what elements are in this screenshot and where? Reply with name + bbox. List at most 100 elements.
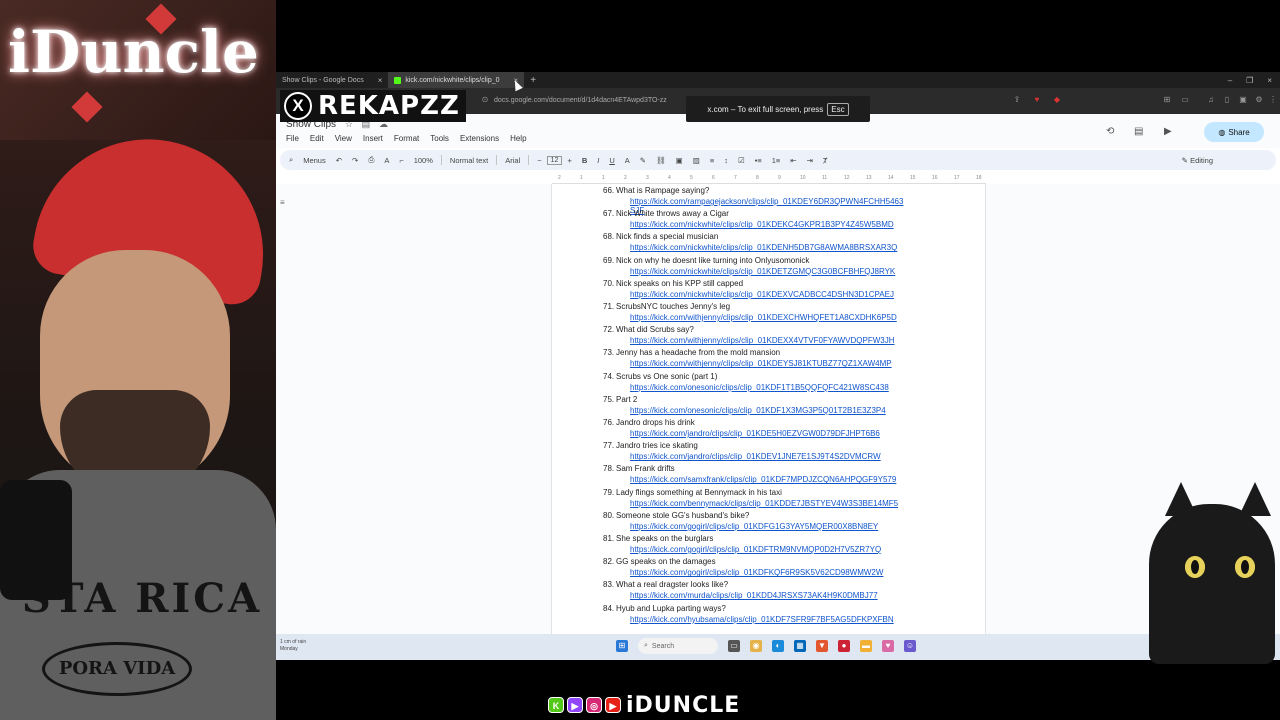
menu-icon[interactable]: ⋮ xyxy=(1268,95,1278,105)
history-icon[interactable]: ⟲ xyxy=(1106,126,1114,137)
chrome-icon[interactable]: ◉ xyxy=(750,640,762,652)
menus-search[interactable]: Menus xyxy=(298,156,331,165)
new-tab-button[interactable]: + xyxy=(524,75,542,86)
menu-extensions[interactable]: Extensions xyxy=(460,134,499,143)
sidebar-icon[interactable]: ▭ xyxy=(1180,95,1190,105)
clip-title[interactable]: 82. GG speaks on the damages xyxy=(603,557,716,566)
decrease-font-icon[interactable]: − xyxy=(532,156,546,165)
paint-format-icon[interactable]: ⌐ xyxy=(394,156,408,165)
clip-link[interactable]: https://kick.com/onesonic/clips/clip_01K… xyxy=(630,406,886,415)
url-field[interactable]: docs.google.com/document/d/1d4dacn4ETAwp… xyxy=(494,97,667,104)
clip-title[interactable]: 74. Scrubs vs One sonic (part 1) xyxy=(603,372,717,381)
app-icon[interactable]: ● xyxy=(838,640,850,652)
clip-link[interactable]: https://kick.com/nickwhite/clips/clip_01… xyxy=(630,290,894,299)
share-page-icon[interactable]: ⇪ xyxy=(1012,95,1022,105)
close-tab-icon[interactable]: × xyxy=(378,76,383,85)
clip-link[interactable]: https://kick.com/nickwhite/clips/clip_01… xyxy=(630,220,894,229)
redo-icon[interactable]: ↷ xyxy=(347,156,363,165)
document-outline-icon[interactable]: ≡ xyxy=(280,198,285,207)
extensions-puzzle-icon[interactable]: ⊞ xyxy=(1162,95,1172,105)
settings-icon[interactable]: ⚙ xyxy=(1254,95,1264,105)
clip-title[interactable]: 75. Part 2 xyxy=(603,395,637,404)
clip-link[interactable]: https://kick.com/withjenny/clips/clip_01… xyxy=(630,336,895,345)
weather-widget[interactable]: 1 cm of rain Monday xyxy=(280,639,306,653)
clip-link[interactable]: https://kick.com/murda/clips/clip_01KDD4… xyxy=(630,591,878,600)
undo-icon[interactable]: ↶ xyxy=(331,156,347,165)
brave-icon[interactable]: ▼ xyxy=(816,640,828,652)
edge-icon[interactable]: ◐ xyxy=(772,640,784,652)
clip-title[interactable]: 76. Jandro drops his drink xyxy=(603,418,695,427)
zoom-select[interactable]: 100% xyxy=(409,156,438,165)
clip-link[interactable]: https://kick.com/withjenny/clips/clip_01… xyxy=(630,313,897,322)
close-window-button[interactable]: × xyxy=(1267,76,1272,85)
wallet-icon[interactable]: ▣ xyxy=(1238,95,1248,105)
link-icon[interactable]: ⛓ xyxy=(651,156,671,165)
font-select[interactable]: Arial xyxy=(500,156,525,165)
tab-google-docs[interactable]: Show Clips - Google Docs × xyxy=(276,72,388,88)
italic-icon[interactable]: I xyxy=(592,156,604,165)
clip-link[interactable]: https://kick.com/jandro/clips/clip_01KDE… xyxy=(630,452,881,461)
clip-link[interactable]: https://kick.com/samxfrank/clips/clip_01… xyxy=(630,475,896,484)
style-select[interactable]: Normal text xyxy=(445,156,493,165)
clip-title[interactable]: 71. ScrubsNYC touches Jenny's leg xyxy=(603,302,730,311)
menu-tools[interactable]: Tools xyxy=(430,134,449,143)
maximize-button[interactable]: ❐ xyxy=(1246,76,1253,85)
media-icon[interactable]: ♫ xyxy=(1206,95,1216,105)
increase-font-icon[interactable]: + xyxy=(562,156,576,165)
app-icon[interactable]: ♥ xyxy=(882,640,894,652)
checklist-icon[interactable]: ☑ xyxy=(733,156,750,165)
clip-title[interactable]: 78. Sam Frank drifts xyxy=(603,464,675,473)
bulleted-list-icon[interactable]: •≡ xyxy=(750,156,767,165)
clip-title[interactable]: 66. What is Rampage saying? xyxy=(603,186,709,195)
menu-edit[interactable]: Edit xyxy=(310,134,324,143)
comment-icon[interactable]: ▣ xyxy=(671,156,688,165)
tab-kick-clip[interactable]: kick.com/nickwhite/clips/clip_0 × xyxy=(388,72,525,88)
extension-icon[interactable]: ♥ xyxy=(1032,95,1042,105)
clip-link[interactable]: https://kick.com/onesonic/clips/clip_01K… xyxy=(630,383,889,392)
clip-title[interactable]: 84. Hyub and Lupka parting ways? xyxy=(603,604,726,613)
clip-link[interactable]: https://kick.com/bennymack/clips/clip_01… xyxy=(630,499,898,508)
underline-icon[interactable]: U xyxy=(604,156,619,165)
clip-link[interactable]: https://kick.com/nickwhite/clips/clip_01… xyxy=(630,243,897,252)
clear-formatting-icon[interactable]: Ⱦ xyxy=(818,156,833,165)
clip-title[interactable]: 83. What a real dragster looks like? xyxy=(603,580,728,589)
clip-link[interactable]: https://kick.com/gogirl/clips/clip_01KDF… xyxy=(630,568,883,577)
clip-link[interactable]: https://kick.com/withjenny/clips/clip_01… xyxy=(630,359,892,368)
menu-view[interactable]: View xyxy=(335,134,352,143)
clip-title[interactable]: 79. Lady flings something at Bennymack in… xyxy=(603,488,782,497)
menu-file[interactable]: File xyxy=(286,134,299,143)
print-icon[interactable]: ⎙ xyxy=(363,155,379,165)
taskbar-search[interactable]: ⌕ Search xyxy=(638,638,718,654)
search-menus-icon[interactable]: ⌕ xyxy=(284,155,298,165)
bold-icon[interactable]: B xyxy=(577,156,592,165)
clip-title[interactable]: 67. Nick White throws away a Cigar xyxy=(603,209,729,218)
menu-insert[interactable]: Insert xyxy=(363,134,383,143)
clip-title[interactable]: 80. Someone stole GG's husband's bike? xyxy=(603,511,749,520)
font-size-input[interactable]: 12 xyxy=(546,155,563,165)
clip-title[interactable]: 70. Nick speaks on his KPP still capped xyxy=(603,279,743,288)
clip-title[interactable]: 81. She speaks on the burglars xyxy=(603,534,713,543)
align-icon[interactable]: ≡ xyxy=(705,156,719,165)
share-button[interactable]: ◍ Share xyxy=(1204,122,1264,142)
clip-link[interactable]: https://kick.com/rampagejackson/clips/cl… xyxy=(630,197,903,206)
menu-format[interactable]: Format xyxy=(394,134,419,143)
numbered-list-icon[interactable]: 1≡ xyxy=(767,156,786,165)
comments-icon[interactable]: ▤ xyxy=(1134,126,1143,137)
store-icon[interactable]: ▦ xyxy=(794,640,806,652)
highlight-icon[interactable]: ✎ xyxy=(635,156,651,165)
clip-link[interactable]: https://kick.com/gogirl/clips/clip_01KDF… xyxy=(630,522,878,531)
line-spacing-icon[interactable]: ↕ xyxy=(719,156,733,165)
clip-link[interactable]: https://kick.com/jandro/clips/clip_01KDE… xyxy=(630,429,880,438)
increase-indent-icon[interactable]: ⇥ xyxy=(802,156,818,165)
text-color-icon[interactable]: A xyxy=(620,156,635,165)
bookmarks-icon[interactable]: ▯ xyxy=(1222,95,1232,105)
clip-title[interactable]: 68. Nick finds a special musician xyxy=(603,232,718,241)
discord-icon[interactable]: ☺ xyxy=(904,640,916,652)
clip-link[interactable]: https://kick.com/gogirl/clips/clip_01KDF… xyxy=(630,545,881,554)
clip-link[interactable]: https://kick.com/hyubsama/clips/clip_01K… xyxy=(630,615,894,624)
folder-icon[interactable]: ▬ xyxy=(860,640,872,652)
clip-title[interactable]: 77. Jandro tries ice skating xyxy=(603,441,698,450)
clip-link[interactable]: https://kick.com/nickwhite/clips/clip_01… xyxy=(630,267,895,276)
spellcheck-icon[interactable]: A xyxy=(379,156,394,165)
menu-help[interactable]: Help xyxy=(510,134,526,143)
